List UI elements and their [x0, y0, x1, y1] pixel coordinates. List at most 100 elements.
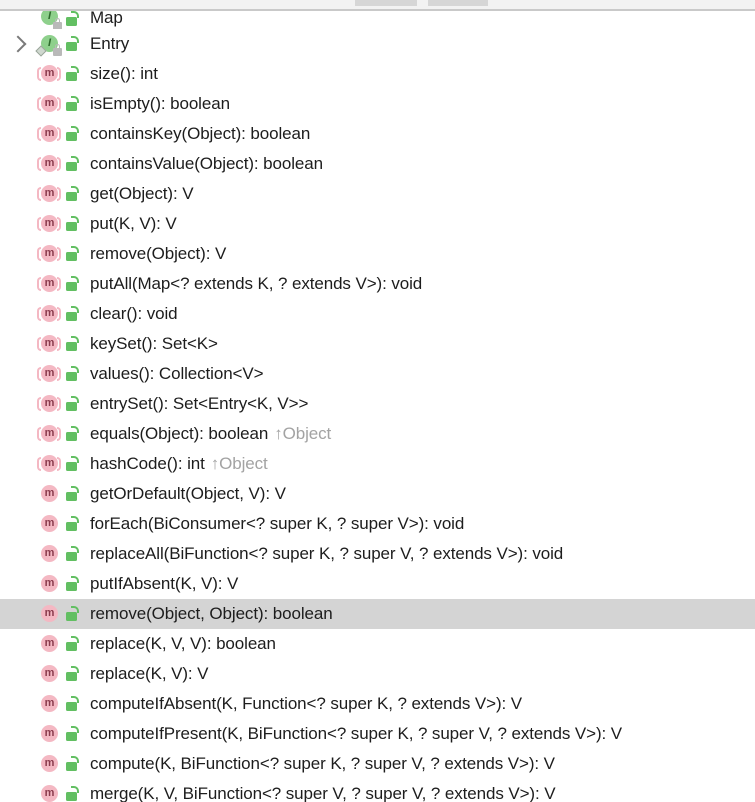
public-lock-icon [63, 64, 81, 84]
tree-row[interactable]: m remove(Object, Object): boolean [0, 599, 755, 629]
method-bracket-left [37, 247, 41, 261]
padlock-body [66, 312, 77, 321]
tree-row[interactable]: m putAll(Map<? extends K, ? extends V>): … [0, 269, 755, 299]
padlock-body [66, 17, 77, 26]
icon-disc: m [41, 65, 58, 82]
tree-row[interactable]: m compute(K, BiFunction<? super K, ? supe… [0, 749, 755, 779]
icon-disc: m [41, 455, 58, 472]
tree-row[interactable]: m isEmpty(): boolean [0, 89, 755, 119]
tree-row[interactable]: m hashCode(): int ↑Object [0, 449, 755, 479]
method-glyph: m [44, 757, 55, 769]
public-lock-icon [63, 304, 81, 324]
abstract-method-icon: m [37, 123, 61, 145]
tree-row-label: computeIfPresent(K, BiFunction<? super K… [90, 724, 623, 743]
padlock-body [66, 552, 77, 561]
tree-row[interactable]: m replace(K, V, V): boolean [0, 629, 755, 659]
default-method-icon: m [38, 693, 60, 715]
padlock-body [66, 612, 77, 621]
tree-row[interactable]: m size(): int [0, 59, 755, 89]
icon-disc: m [41, 305, 58, 322]
method-glyph: m [44, 457, 55, 469]
padlock-body [66, 72, 77, 81]
default-method-icon: m [38, 723, 60, 745]
tree-row[interactable]: m clear(): void [0, 299, 755, 329]
method-glyph: m [44, 397, 55, 409]
tree-row-label: compute(K, BiFunction<? super K, ? super… [90, 754, 555, 773]
icon-disc: m [41, 545, 58, 562]
public-lock-icon [63, 754, 81, 774]
default-method-icon: m [38, 513, 60, 535]
tree-row[interactable]: m computeIfPresent(K, BiFunction<? super … [0, 719, 755, 749]
public-lock-icon [63, 11, 81, 29]
tree-row-label: put(K, V): V [90, 214, 177, 233]
interface-icon: I [35, 33, 62, 57]
padlock-body [66, 642, 77, 651]
tree-row[interactable]: m containsValue(Object): boolean [0, 149, 755, 179]
tree-row-label: values(): Collection<V> [90, 364, 264, 383]
public-lock-icon [63, 394, 81, 414]
public-lock-icon [63, 364, 81, 384]
method-glyph: m [44, 487, 55, 499]
tree-row[interactable]: m forEach(BiConsumer<? super K, ? super V… [0, 509, 755, 539]
padlock-body [66, 582, 77, 591]
public-lock-icon [63, 454, 81, 474]
tree-row[interactable]: m get(Object): V [0, 179, 755, 209]
default-method-icon: m [38, 573, 60, 595]
expand-arrow-button[interactable] [0, 29, 38, 59]
padlock-body [66, 702, 77, 711]
tree-row[interactable]: m keySet(): Set<K> [0, 329, 755, 359]
interface-glyph: I [47, 37, 52, 49]
method-bracket-left [37, 187, 41, 201]
tree-row[interactable]: m containsKey(Object): boolean [0, 119, 755, 149]
default-method-icon: m [38, 663, 60, 685]
tree-row[interactable]: m getOrDefault(Object, V): V [0, 479, 755, 509]
method-glyph: m [44, 307, 55, 319]
method-glyph: m [44, 67, 55, 79]
lock-badge-icon [53, 18, 62, 29]
tree-row[interactable]: m remove(Object): V [0, 239, 755, 269]
icon-disc: m [41, 605, 58, 622]
tree-row-label: forEach(BiConsumer<? super K, ? super V>… [90, 514, 465, 533]
toolbar-button-2[interactable] [428, 0, 488, 6]
padlock-body [66, 672, 77, 681]
abstract-method-icon: m [37, 333, 61, 355]
tree-row[interactable]: I Entry [0, 29, 755, 59]
method-glyph: m [44, 337, 55, 349]
method-bracket-right [57, 247, 61, 261]
public-lock-icon [63, 574, 81, 594]
tree-row[interactable]: I Map [0, 11, 755, 29]
tree-row[interactable]: m putIfAbsent(K, V): V [0, 569, 755, 599]
toolbar-button-1[interactable] [355, 0, 417, 6]
tree-row[interactable]: m computeIfAbsent(K, Function<? super K, … [0, 689, 755, 719]
icon-disc: m [41, 335, 58, 352]
icon-disc: m [41, 395, 58, 412]
abstract-method-icon: m [37, 453, 61, 475]
tree-row[interactable]: m equals(Object): boolean ↑Object [0, 419, 755, 449]
icon-disc: m [41, 275, 58, 292]
tree-row-label: getOrDefault(Object, V): V [90, 484, 286, 503]
tree-row-label: Entry [90, 34, 130, 53]
abstract-method-icon: m [37, 273, 61, 295]
tree-row[interactable]: m put(K, V): V [0, 209, 755, 239]
abstract-method-icon: m [37, 63, 61, 85]
default-method-icon: m [38, 633, 60, 655]
tree-row[interactable]: m entrySet(): Set<Entry<K, V>> [0, 389, 755, 419]
tree-row[interactable]: m merge(K, V, BiFunction<? super V, ? sup… [0, 779, 755, 802]
tool-window-toolbar [0, 0, 755, 11]
padlock-body [66, 342, 77, 351]
tree-row-label: replace(K, V, V): boolean [90, 634, 276, 653]
tree-row[interactable]: m replaceAll(BiFunction<? super K, ? supe… [0, 539, 755, 569]
padlock-body [66, 432, 77, 441]
tree-row[interactable]: m values(): Collection<V> [0, 359, 755, 389]
icon-disc: m [41, 635, 58, 652]
abstract-method-icon: m [37, 213, 61, 235]
padlock-body [66, 42, 77, 51]
tree-row[interactable]: m replace(K, V): V [0, 659, 755, 689]
public-lock-icon [63, 214, 81, 234]
icon-disc: m [41, 365, 58, 382]
